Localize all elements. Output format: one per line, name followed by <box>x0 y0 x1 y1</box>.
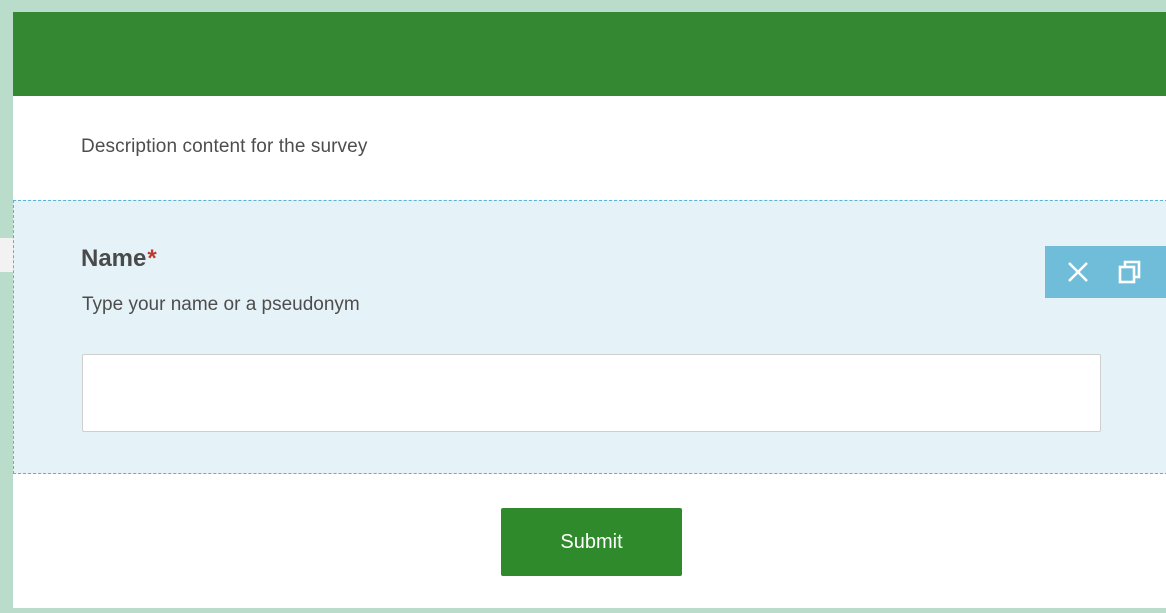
side-panel-tab[interactable] <box>0 238 14 272</box>
question-name[interactable]: Name* Type your name or a pseudonym <box>13 200 1166 474</box>
survey-description[interactable]: Description content for the survey <box>81 136 367 158</box>
survey-header[interactable] <box>13 12 1166 96</box>
question-hint: Type your name or a pseudonym <box>82 294 360 315</box>
close-icon[interactable] <box>1063 257 1093 287</box>
question-title-text: Name <box>81 245 147 272</box>
survey-card: Description content for the survey Name*… <box>13 12 1166 608</box>
copy-icon[interactable] <box>1115 257 1145 287</box>
question-toolbar <box>1045 246 1166 298</box>
submit-button[interactable]: Submit <box>501 508 682 576</box>
builder-canvas: Description content for the survey Name*… <box>0 0 1166 613</box>
name-input[interactable] <box>82 354 1101 432</box>
required-marker: * <box>147 245 157 272</box>
question-title: Name* <box>81 245 157 273</box>
